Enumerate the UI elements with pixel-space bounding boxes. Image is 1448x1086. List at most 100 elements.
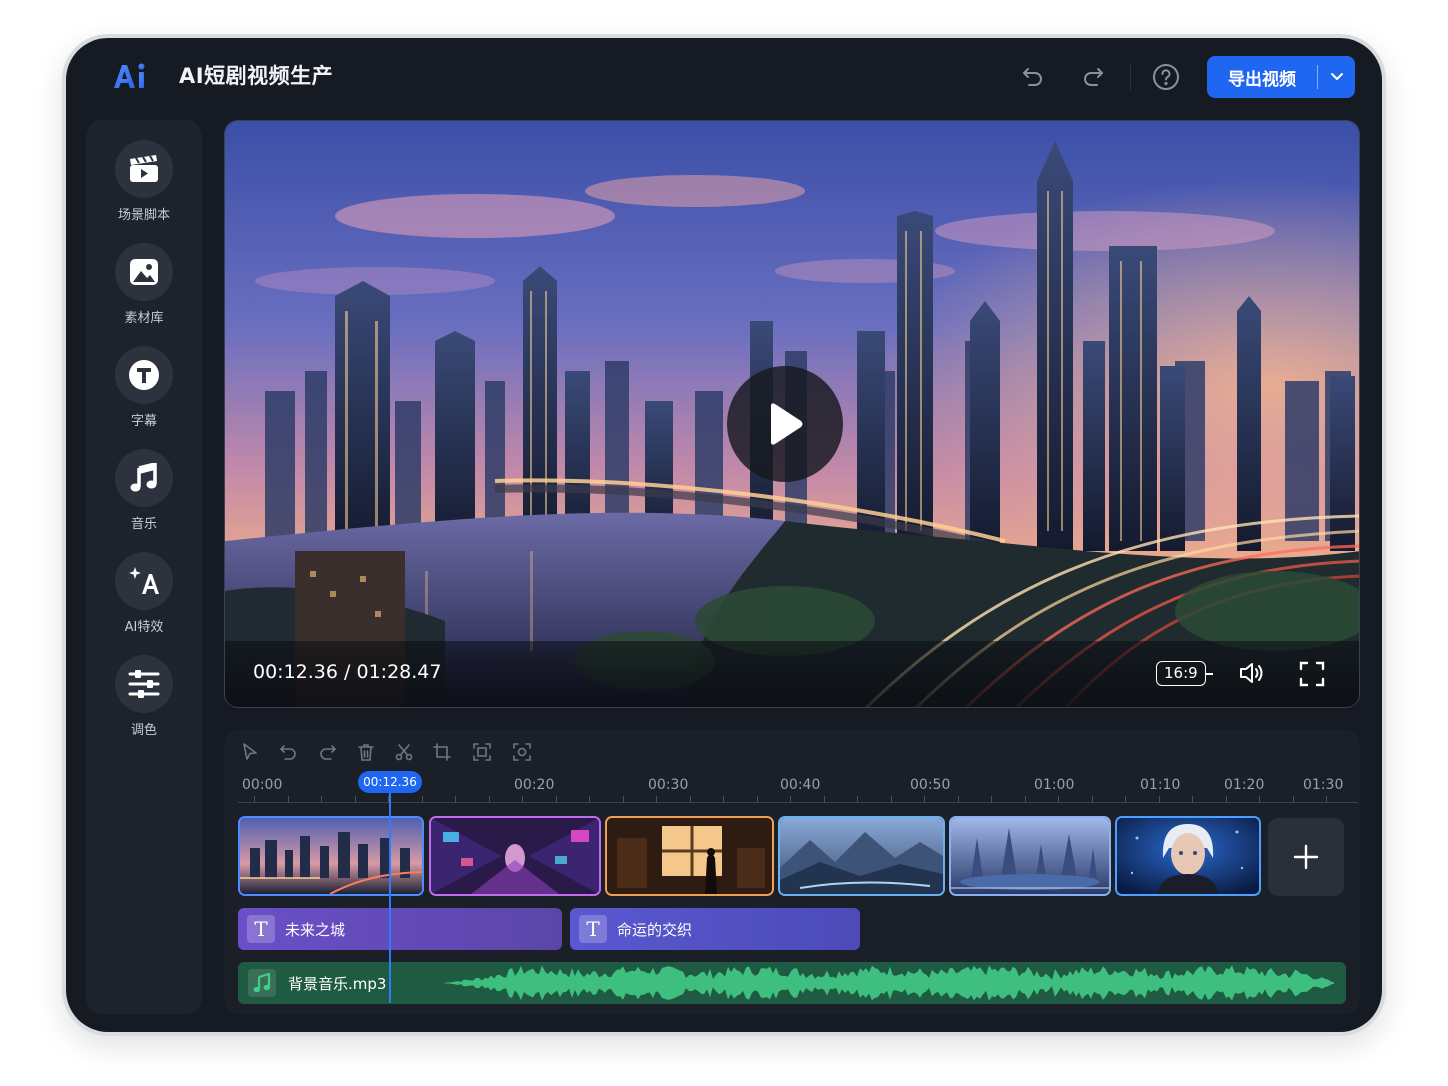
sidebar-item-music[interactable]: 音乐 xyxy=(86,449,202,532)
sliders-icon xyxy=(115,655,173,713)
volume-icon[interactable] xyxy=(1238,659,1266,691)
ruler-tick xyxy=(790,796,791,802)
total-duration: 01:28.47 xyxy=(356,661,442,683)
audio-track[interactable]: 背景音乐.mp3 xyxy=(238,962,1346,1004)
player-controls: 00:12.36 / 01:28.47 16:9 xyxy=(225,641,1359,707)
playback-time: 00:12.36 / 01:28.47 xyxy=(253,661,441,683)
tick-label: 01:00 xyxy=(1034,777,1075,793)
ruler-tick xyxy=(991,796,992,802)
video-clip-misty-mountains[interactable] xyxy=(778,816,945,896)
waveform-shape xyxy=(443,965,1334,1001)
ruler-tick xyxy=(857,796,858,802)
ruler-tick xyxy=(656,796,657,802)
ruler-tick xyxy=(321,796,322,802)
ruler-tick xyxy=(488,796,490,802)
subtitle-text: 命运的交织 xyxy=(617,920,693,939)
tick-label: 00:50 xyxy=(910,777,951,793)
aspect-ratio-tail xyxy=(1205,673,1213,675)
sidebar-item-label: 字幕 xyxy=(130,414,157,429)
tick-label: 00:30 xyxy=(648,777,689,793)
play-icon xyxy=(771,403,803,445)
ruler-tick xyxy=(354,796,356,802)
time-ruler[interactable] xyxy=(238,802,1358,803)
playhead-time-badge[interactable]: 00:12.36 xyxy=(358,771,422,793)
tick-label: 01:10 xyxy=(1140,777,1181,793)
ruler-tick xyxy=(1225,796,1227,802)
ruler-tick xyxy=(421,796,423,802)
redo-icon[interactable] xyxy=(1078,62,1108,92)
help-icon[interactable] xyxy=(1151,62,1181,92)
ruler-tick xyxy=(1125,796,1126,802)
ruler-tick xyxy=(823,796,825,802)
app-window: AI短剧视频生产 导出视频 场景脚本 素材库 字幕 音乐 AI特效 调色 00:… xyxy=(66,38,1382,1032)
playhead[interactable] xyxy=(389,793,391,1003)
play-button[interactable] xyxy=(727,366,843,482)
sidebar-item-asset-library[interactable]: 素材库 xyxy=(86,243,202,326)
sidebar-item-label: 素材库 xyxy=(124,311,164,326)
video-clip-city-skyline[interactable] xyxy=(238,816,424,896)
undo-icon[interactable] xyxy=(278,742,298,762)
sidebar-item-ai-effects[interactable]: AI特效 xyxy=(86,552,202,635)
time-separator: / xyxy=(344,661,351,683)
ruler-tick xyxy=(723,796,724,802)
sidebar-item-scene-script[interactable]: 场景脚本 xyxy=(86,140,202,223)
ruler-tick xyxy=(1058,796,1059,802)
sidebar-item-label: AI特效 xyxy=(124,620,164,635)
ruler-tick xyxy=(287,796,289,802)
snapshot-icon[interactable] xyxy=(512,742,532,762)
plus-icon xyxy=(1293,844,1319,870)
sidebar-item-label: 调色 xyxy=(130,723,157,738)
clapperboard-icon xyxy=(115,140,173,198)
video-clip-futuristic-city[interactable] xyxy=(949,816,1111,896)
ruler-tick xyxy=(1158,796,1160,802)
subtitle-clip[interactable]: T 未来之城 xyxy=(238,908,562,950)
video-preview[interactable]: 00:12.36 / 01:28.47 16:9 xyxy=(224,120,1360,708)
undo-icon[interactable] xyxy=(1018,62,1048,92)
ruler-tick xyxy=(254,796,255,802)
ruler-tick xyxy=(455,796,456,802)
ruler-tick xyxy=(622,796,624,802)
ruler-tick xyxy=(522,796,523,802)
fullscreen-icon[interactable] xyxy=(1299,661,1325,691)
ai-logo xyxy=(114,63,145,88)
subtitle-clip[interactable]: T 命运的交织 xyxy=(570,908,860,950)
text-t-icon: T xyxy=(579,915,607,943)
add-clip-button[interactable] xyxy=(1268,818,1344,896)
app-title: AI短剧视频生产 xyxy=(179,64,334,88)
redo-icon[interactable] xyxy=(318,742,338,762)
tick-label: 00:00 xyxy=(242,777,283,793)
tool-sidebar: 场景脚本 素材库 字幕 音乐 AI特效 调色 xyxy=(86,120,202,1014)
video-clip-neon-street[interactable] xyxy=(429,816,601,896)
freeze-frame-icon[interactable] xyxy=(472,742,492,762)
timeline-panel: 00:00 00:20 00:30 00:40 00:50 01:00 01:1… xyxy=(224,730,1360,1014)
music-note-icon xyxy=(115,449,173,507)
ruler-tick xyxy=(1259,796,1260,802)
tick-label: 00:40 xyxy=(780,777,821,793)
device-frame: AI短剧视频生产 导出视频 场景脚本 素材库 字幕 音乐 AI特效 调色 00:… xyxy=(62,34,1386,1036)
video-clip-character-portrait[interactable] xyxy=(1115,816,1261,896)
sidebar-item-color-grading[interactable]: 调色 xyxy=(86,655,202,738)
scissors-cut-icon[interactable] xyxy=(394,742,414,762)
audio-waveform xyxy=(443,965,1334,1001)
ai-sparkle-icon xyxy=(115,552,173,610)
text-t-icon: T xyxy=(247,915,275,943)
ruler-tick xyxy=(555,796,557,802)
delete-trash-icon[interactable] xyxy=(356,742,376,762)
ruler-tick xyxy=(1192,796,1193,802)
crop-icon[interactable] xyxy=(432,742,452,762)
video-clip-window-room[interactable] xyxy=(605,816,774,896)
subtitle-text: 未来之城 xyxy=(285,920,346,939)
export-video-label: 导出视频 xyxy=(1228,69,1296,90)
ruler-tick xyxy=(890,796,892,802)
image-icon xyxy=(115,243,173,301)
select-cursor-icon[interactable] xyxy=(240,742,260,762)
sidebar-item-subtitles[interactable]: 字幕 xyxy=(86,346,202,429)
ruler-tick xyxy=(689,796,691,802)
aspect-ratio-button[interactable]: 16:9 xyxy=(1156,661,1206,686)
export-dropdown-chevron-down-icon[interactable] xyxy=(1318,72,1355,82)
ruler-tick xyxy=(756,796,758,802)
export-video-button[interactable]: 导出视频 xyxy=(1207,56,1355,98)
ruler-tick xyxy=(589,796,590,802)
ruler-tick xyxy=(1292,796,1294,802)
tick-label: 01:20 xyxy=(1224,777,1265,793)
